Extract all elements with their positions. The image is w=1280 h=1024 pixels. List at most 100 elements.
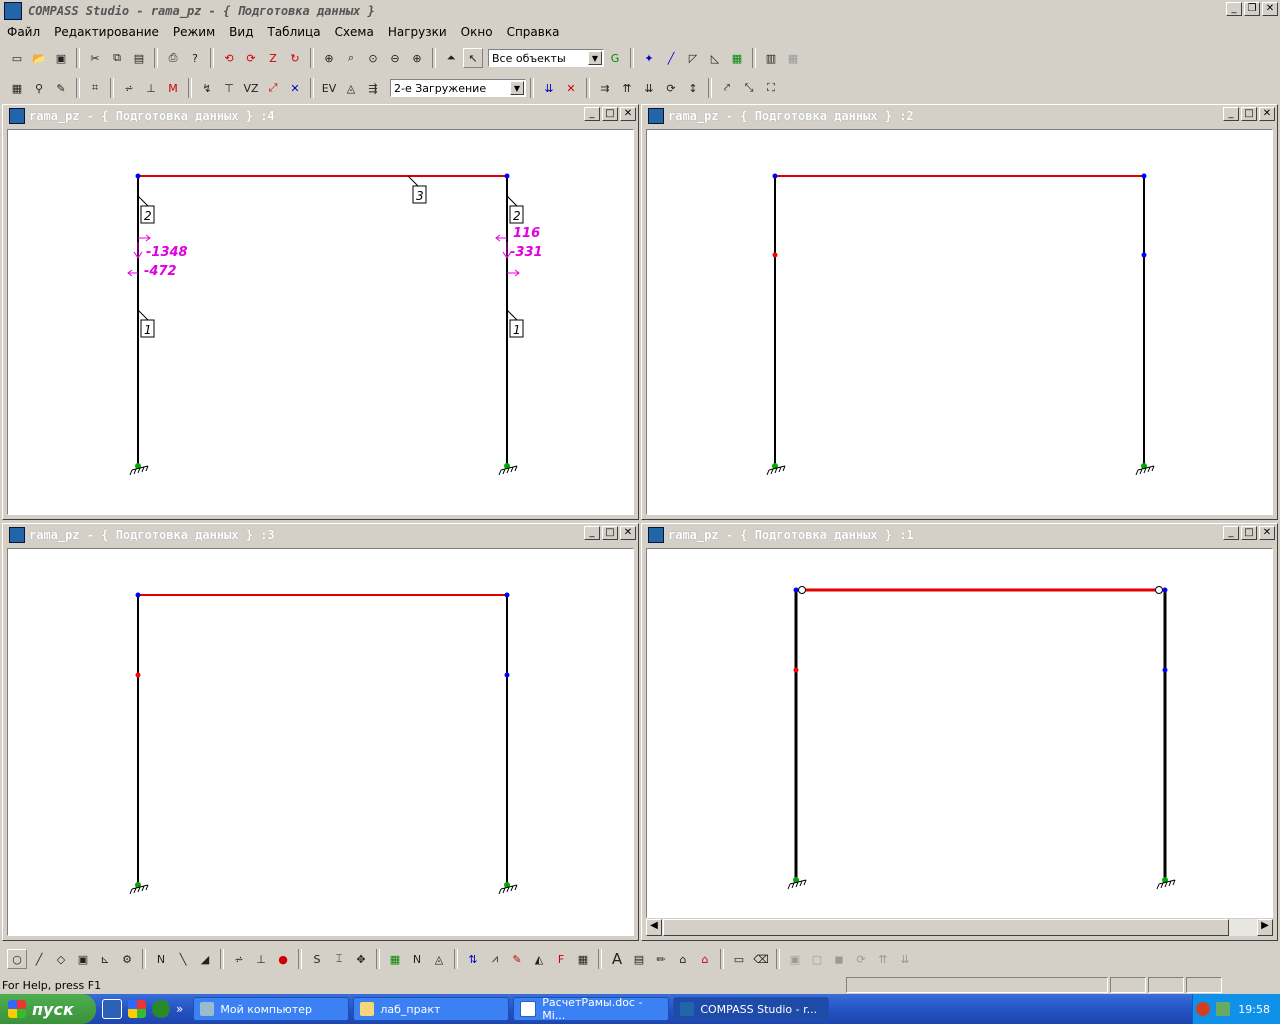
table-tool-icon[interactable]: ▤ [629,949,649,969]
bar-tool-icon[interactable]: ╱ [29,949,49,969]
load-moment2-icon[interactable]: ● [273,949,293,969]
vz-icon[interactable]: VZ [241,78,261,98]
window-view-2[interactable]: rama_pz - { Подготовка данных } :2 _ □ ✕ [641,104,1278,520]
node-props-icon[interactable]: ⚙ [117,949,137,969]
zoom-window-icon[interactable]: ⊕ [319,48,339,68]
table-icon[interactable]: ▦ [7,78,27,98]
add-plate-icon[interactable]: ◸ [683,48,703,68]
select-filter-icon[interactable]: ⏶ [441,48,461,68]
minimize-button[interactable]: _ [1226,2,1242,16]
node-tool-icon[interactable]: ○ [7,949,27,969]
close-button[interactable]: ✕ [620,107,636,121]
menu-view[interactable]: Вид [222,25,260,39]
maximize-button[interactable]: □ [1241,107,1257,121]
scroll-left-icon[interactable]: ◀ [646,919,662,936]
window-view-3-titlebar[interactable]: rama_pz - { Подготовка данных } :3 [5,526,636,544]
find-icon[interactable]: ⚲ [29,78,49,98]
rotate-xz-icon[interactable]: ⟳ [241,48,261,68]
mesh-icon[interactable]: ◺ [705,48,725,68]
envelope-icon[interactable]: ⩘ [485,949,505,969]
paste-icon[interactable]: ▤ [129,48,149,68]
maximize-button[interactable]: □ [602,107,618,121]
chevron-down-icon[interactable]: ▼ [588,51,602,65]
apply-load-icon[interactable]: ⇊ [539,78,559,98]
pencil-icon[interactable]: ✏ [651,949,671,969]
tray-arrow-icon[interactable] [1196,1002,1211,1016]
beam-icon[interactable]: ⌶ [329,949,349,969]
minimize-button[interactable]: _ [584,107,600,121]
hinge-icon[interactable]: ⊤ [219,78,239,98]
window-view-2-titlebar[interactable]: rama_pz - { Подготовка данных } :2 [644,107,1275,125]
load-case-select[interactable]: 2-е Загружение ▼ [390,79,526,97]
solid-tool-icon[interactable]: ▣ [73,949,93,969]
grid-icon[interactable]: G [605,48,625,68]
load-dist-icon[interactable]: ⩫ [229,949,249,969]
add-element-icon[interactable]: ╱ [661,48,681,68]
window-view-1-titlebar[interactable]: rama_pz - { Подготовка данных } :1 [644,526,1275,544]
save-icon[interactable]: ▣ [51,48,71,68]
menu-scheme[interactable]: Схема [328,25,381,39]
rotate-z-icon[interactable]: Z [263,48,283,68]
restore-button[interactable]: ❐ [1244,2,1260,16]
chevron-down-icon[interactable]: ▼ [510,81,524,95]
new-file-icon[interactable]: ▭ [7,48,27,68]
view-icon[interactable]: ▭ [729,949,749,969]
windows-media-icon[interactable] [128,1000,146,1018]
stress-icon[interactable]: S [307,949,327,969]
window-view-4[interactable]: rama_pz - { Подготовка данных } :4 _ □ ✕… [2,104,639,520]
zoom-dynamic-icon[interactable]: ⊙ [363,48,383,68]
close-button[interactable]: ✕ [1259,107,1275,121]
menu-mode[interactable]: Режим [166,25,222,39]
zoom-search-icon[interactable]: ⌕ [341,48,361,68]
chevron-right-icon[interactable]: » [176,1002,183,1016]
dimension-icon[interactable]: ⌂ [673,949,693,969]
ev-icon[interactable]: EV [319,78,339,98]
objects-select[interactable]: Все объекты ▼ [488,49,604,67]
load-moment-icon[interactable]: M [163,78,183,98]
close-button[interactable]: ✕ [1259,526,1275,540]
nodes-icon[interactable]: ✕ [285,78,305,98]
release-icon[interactable]: ↯ [197,78,217,98]
ruler-icon[interactable]: ✎ [507,949,527,969]
window-view-4-titlebar[interactable]: rama_pz - { Подготовка данных } :4 [5,107,636,125]
cut-icon[interactable]: ✂ [85,48,105,68]
load-z-icon[interactable]: ⇊ [639,78,659,98]
tree-icon[interactable] [152,1000,170,1018]
menu-table[interactable]: Таблица [260,25,327,39]
reactions-icon[interactable]: ⇅ [463,949,483,969]
task-compass[interactable]: COMPASS Studio - r... [673,997,830,1021]
task-my-computer[interactable]: Мой компьютер [193,997,350,1021]
results-icon[interactable]: ▦ [385,949,405,969]
maximize-button[interactable]: □ [602,526,618,540]
view-2-canvas[interactable] [646,129,1273,515]
view-4-canvas[interactable]: 3 2 2 1 1 -1348 -472 116 -331 [7,129,634,515]
menu-file[interactable]: Файл [0,25,47,39]
load-rotate-icon[interactable]: ⟳ [661,78,681,98]
axes-tool-icon[interactable]: ⊾ [95,949,115,969]
close-button[interactable]: ✕ [1262,2,1278,16]
maximize-button[interactable]: □ [1241,526,1257,540]
task-word-doc[interactable]: РасчетРамы.doc - Mi... [513,996,670,1022]
rotate-yz-icon[interactable]: ↻ [285,48,305,68]
load-x-icon[interactable]: ⇉ [595,78,615,98]
load-y-icon[interactable]: ⇈ [617,78,637,98]
brush-icon[interactable]: ✎ [51,78,71,98]
network-icon[interactable] [1216,1002,1231,1016]
minimize-button[interactable]: _ [584,526,600,540]
properties-icon[interactable]: ▥ [761,48,781,68]
scroll-right-icon[interactable]: ▶ [1257,919,1273,936]
horizontal-scrollbar[interactable]: ◀ ▶ [646,919,1273,936]
window-view-3[interactable]: rama_pz - { Подготовка данных } :3 _ □ ✕ [2,523,639,941]
section-icon[interactable]: ▦ [727,48,747,68]
frame-icon[interactable]: ⌗ [85,78,105,98]
load-point-icon[interactable]: ⊥ [141,78,161,98]
view-1-canvas[interactable] [646,548,1273,918]
grid-results-icon[interactable]: ▦ [573,949,593,969]
start-button[interactable]: пуск [0,994,96,1024]
stiffness-icon[interactable]: ◢ [195,949,215,969]
element-props-icon[interactable]: ╲ [173,949,193,969]
triangle-icon[interactable]: ◬ [341,78,361,98]
diagonal-icon[interactable]: ⤢ [263,78,283,98]
scroll-thumb[interactable] [663,919,1229,936]
f1-icon[interactable]: F [551,949,571,969]
